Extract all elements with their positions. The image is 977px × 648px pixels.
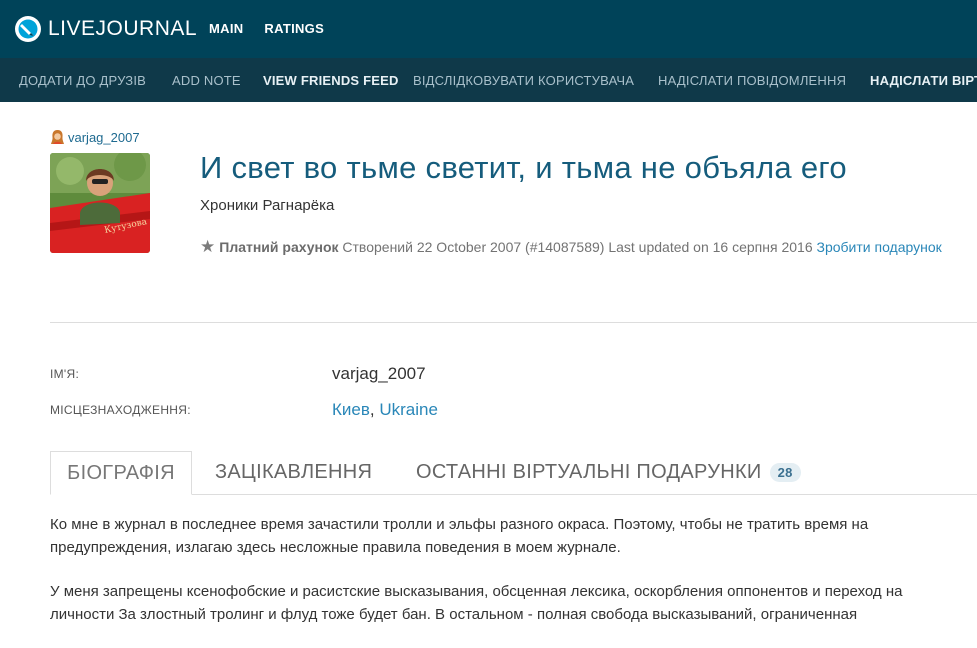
user-head-icon: [51, 130, 64, 144]
created-label: Створений: [342, 239, 413, 255]
make-gift-link[interactable]: Зробити подарунок: [817, 239, 942, 255]
top-navigation-bar: LIVEJOURNAL MAIN RATINGS: [0, 0, 977, 58]
updated-date: 16 серпня 2016: [712, 239, 813, 255]
livejournal-logo[interactable]: LIVEJOURNAL: [14, 14, 197, 44]
journal-subtitle: Хроники Рагнарёка: [200, 197, 335, 214]
user-header: varjag_2007: [50, 129, 140, 145]
gifts-count-badge: 28: [769, 463, 801, 482]
add-to-friends-link[interactable]: ДОДАТИ ДО ДРУЗІВ: [19, 73, 146, 88]
biography-text: Ко мне в журнал в последнее время зачаст…: [50, 514, 965, 648]
nav-ratings-link[interactable]: RATINGS: [264, 21, 324, 36]
tab-biography-label: БІОГРАФІЯ: [67, 461, 175, 484]
tab-biography[interactable]: БІОГРАФІЯ: [50, 451, 192, 495]
send-message-link[interactable]: НАДІСЛАТИ ПОВІДОМЛЕННЯ: [658, 73, 846, 88]
send-virtual-gift-link[interactable]: НАДІСЛАТИ ВІРТ: [870, 73, 977, 88]
updated-label: Last updated on: [608, 239, 709, 255]
profile-actions-bar: ДОДАТИ ДО ДРУЗІВ ADD NOTE VIEW FRIENDS F…: [0, 58, 977, 102]
country-link[interactable]: Ukraine: [379, 400, 438, 419]
paid-account-label: Платний рахунок: [219, 239, 339, 255]
track-user-link[interactable]: ВІДСЛІДКОВУВАТИ КОРИСТУВАЧА: [413, 73, 634, 88]
tab-interests[interactable]: ЗАЦІКАВЛЕННЯ: [215, 451, 372, 494]
userpic-image: Кутузова: [50, 153, 150, 253]
journal-title: И свет во тьме светит, и тьма не объяла …: [200, 150, 847, 185]
section-divider: [50, 322, 977, 323]
city-link[interactable]: Киев: [332, 400, 370, 419]
tab-recent-virtual-gifts[interactable]: ОСТАННІ ВІРТУАЛЬНІ ПОДАРУНКИ 28: [416, 451, 801, 494]
tab-interests-label: ЗАЦІКАВЛЕННЯ: [215, 461, 373, 483]
username-link[interactable]: varjag_2007: [68, 130, 140, 145]
location-label: МІСЦЕЗНАХОДЖЕННЯ:: [50, 403, 191, 417]
name-value: varjag_2007: [332, 364, 426, 383]
star-icon: ★: [200, 237, 216, 256]
created-date: 22 October 2007: [416, 239, 522, 255]
tab-gifts-label: ОСТАННІ ВІРТУАЛЬНІ ПОДАРУНКИ: [416, 461, 762, 483]
location-separator: ,: [369, 400, 375, 419]
name-label: ІМ'Я:: [50, 367, 80, 381]
nav-main-link[interactable]: MAIN: [209, 21, 243, 36]
main-nav: MAIN RATINGS: [209, 21, 345, 36]
add-note-link[interactable]: ADD NOTE: [172, 73, 241, 88]
bio-paragraph: Ко мне в журнал в последнее время зачаст…: [50, 516, 869, 556]
view-friends-feed-link[interactable]: VIEW FRIENDS FEED: [263, 73, 399, 88]
location-value: Киев, Ukraine: [332, 400, 438, 420]
userpic-avatar[interactable]: Кутузова: [50, 153, 150, 253]
account-id: (#14087589): [525, 239, 605, 255]
bio-paragraph: У меня запрещены ксенофобские и расистск…: [50, 583, 903, 623]
brand-name: LIVEJOURNAL: [48, 17, 198, 40]
livejournal-logo-icon: [15, 16, 41, 42]
account-meta: ★ Платний рахунок Створений 22 October 20…: [200, 235, 970, 259]
